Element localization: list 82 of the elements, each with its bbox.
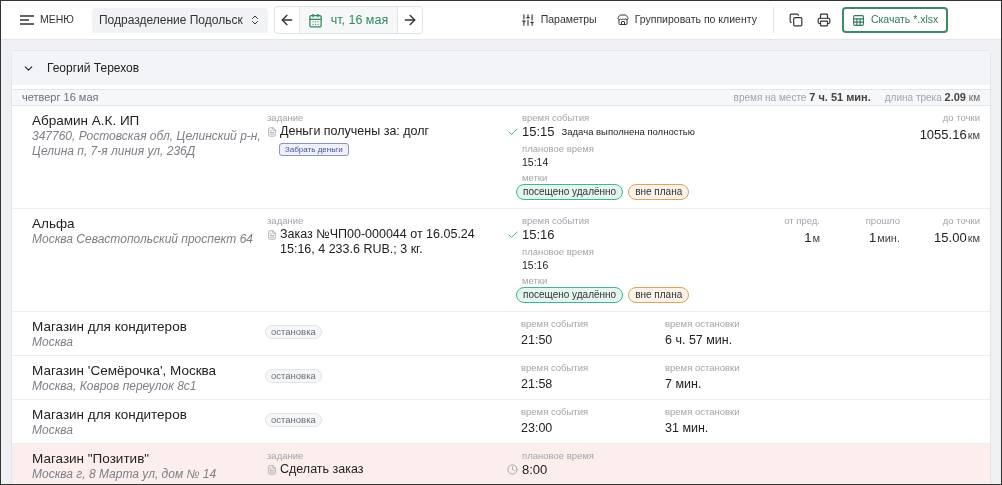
client-name: Абрамин А.К. ИП: [32, 112, 141, 129]
group-header[interactable]: Георгий Терехов: [12, 51, 990, 85]
copy-icon: [788, 13, 803, 27]
menu-button[interactable]: МЕНЮ: [10, 6, 84, 34]
task-text: Деньги получены за: долг: [280, 124, 431, 139]
client-address: Москва: [32, 335, 74, 350]
plan-time: 15:14: [522, 155, 549, 169]
stop-duration-label: время остановки: [665, 318, 740, 330]
day-label: четверг 16 мая: [22, 90, 99, 106]
stop-badge: остановка: [265, 325, 322, 339]
plan-time: 15:16: [522, 258, 549, 272]
printer-icon: [816, 13, 831, 27]
take-money-button[interactable]: Забрать деньги: [279, 143, 349, 156]
client-name: Магазин для кондитеров: [32, 318, 188, 335]
document-icon: [267, 127, 277, 137]
task-text: Сделать заказ: [280, 462, 365, 477]
event-label: время события: [522, 112, 590, 124]
tags-label: метки: [522, 275, 548, 287]
tags-label: метки: [522, 172, 548, 184]
stat-value: 1м: [804, 230, 820, 246]
check-icon: [507, 126, 519, 138]
stop-duration-label: время остановки: [665, 406, 740, 418]
plan-time: 8:00: [522, 462, 548, 478]
plan-label: плановое время: [522, 246, 594, 258]
client-address: Москва: [32, 423, 74, 438]
stop-duration: 6 ч. 57 мин.: [665, 332, 733, 348]
stat-label: от пред.: [784, 215, 820, 227]
tag: вне плана: [628, 184, 690, 200]
sliders-icon: [520, 13, 535, 27]
date-button[interactable]: чт, 16 мая: [299, 7, 397, 33]
client-name: Альфа: [32, 215, 76, 232]
client-address: Москва Севастопольский проспект 64: [32, 232, 255, 247]
stop-badge: остановка: [265, 413, 322, 427]
group-by-client-button[interactable]: Группировать по клиенту: [616, 12, 757, 28]
division-select[interactable]: Подразделение Подольск: [91, 7, 268, 33]
document-icon: [267, 465, 277, 475]
event-time: 21:58: [521, 376, 553, 392]
clock-icon: [507, 464, 518, 475]
stop-duration-label: время остановки: [665, 362, 740, 374]
tag: вне плана: [628, 287, 690, 303]
stop-badge: остановка: [265, 369, 322, 383]
calendar-icon: [307, 12, 323, 28]
event-time: 15:16: [522, 227, 555, 243]
check-icon: [507, 229, 519, 241]
task-text: Заказ №ЧП00-000044 от 16.05.24 15:16, 4 233.6 RUB.; 3 кг.: [280, 227, 476, 257]
task-label: задание: [267, 112, 304, 124]
event-label: время события: [522, 215, 590, 227]
document-icon: [267, 230, 277, 240]
event-label: время события: [521, 406, 589, 418]
client-name: Магазин "Позитив": [32, 450, 151, 467]
event-note: Задача выполнена полностью: [561, 124, 695, 139]
menu-icon: [20, 15, 34, 25]
task-label: задание: [267, 450, 304, 462]
event-time: 21:50: [521, 332, 553, 348]
client-name: Магазин для кондитеров: [32, 406, 188, 423]
stat-value: 1мин.: [868, 230, 900, 246]
store-icon: [616, 14, 629, 26]
client-name: Магазин 'Семёрочка', Москва: [32, 362, 218, 379]
event-label: время события: [521, 362, 589, 374]
stat-label: прошло: [865, 215, 900, 227]
plan-label: плановое время: [522, 143, 594, 155]
time-on-site: время на месте 7 ч. 51 мин.: [733, 90, 871, 106]
stat-label: до точки: [942, 215, 980, 227]
stop-duration: 7 мин.: [665, 376, 702, 392]
stop-duration: 31 мин.: [665, 420, 709, 436]
tag: посещено удалённо: [516, 287, 624, 303]
stat-label: до точки: [942, 112, 980, 124]
stat-value: 15.00км: [934, 230, 980, 246]
track-length: длина трека 2.09 км: [884, 90, 980, 106]
plan-label: плановое время: [522, 450, 594, 462]
download-xlsx-button[interactable]: Скачать *.xlsx: [841, 7, 949, 33]
event-time: 23:00: [521, 420, 553, 436]
stat-value: 1055.16км: [919, 127, 980, 143]
task-label: задание: [267, 215, 304, 227]
event-label: время события: [521, 318, 589, 330]
tag: посещено удалённо: [516, 184, 624, 200]
client-address: Москва г, 8 Марта ул, дом № 14: [32, 467, 218, 482]
event-time: 15:15: [522, 124, 555, 140]
client-address: 347760, Ростовская обл, Целинский р-н, Целина п, 7-я линия ул, 236Д: [32, 129, 261, 159]
parameters-button[interactable]: Параметры: [520, 12, 597, 28]
client-address: Москва, Ковров переулок 8с1: [32, 379, 198, 394]
spreadsheet-icon: [851, 13, 865, 27]
